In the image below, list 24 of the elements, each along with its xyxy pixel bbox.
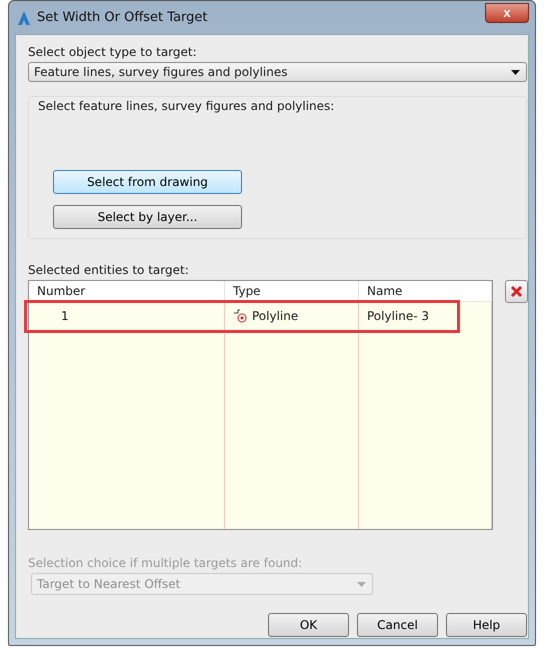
- entities-label: Selected entities to target:: [28, 263, 190, 277]
- table-cell: Polyline- 3: [359, 302, 492, 336]
- object-type-label: Select object type to target:: [28, 45, 198, 59]
- dialog-button[interactable]: Help: [446, 613, 527, 637]
- select-button[interactable]: Select by layer...: [53, 205, 242, 229]
- dropdown-caret-icon: [357, 582, 366, 586]
- select-button[interactable]: Select from drawing: [53, 170, 242, 194]
- column-header[interactable]: Number: [29, 281, 225, 302]
- column-header[interactable]: Name: [359, 281, 492, 302]
- delete-button[interactable]: [505, 280, 528, 303]
- selection-choice-label: Selection choice if multiple targets are found:: [28, 556, 304, 570]
- dialog-button[interactable]: Cancel: [357, 613, 438, 637]
- app-logo-icon: [17, 10, 31, 26]
- polyline-icon: [233, 309, 249, 323]
- table-cell: Polyline: [225, 302, 359, 336]
- close-icon: [510, 285, 523, 298]
- table-cell: 1: [29, 302, 225, 336]
- object-type-dropdown[interactable]: Feature lines, survey figures and polylines: [28, 62, 527, 82]
- window-title: Set Width Or Offset Target: [37, 10, 208, 25]
- group-label: Select feature lines, survey figures and polylines:: [38, 99, 336, 113]
- dialog-button[interactable]: OK: [268, 613, 349, 637]
- close-button[interactable]: x: [485, 2, 529, 22]
- column-header[interactable]: Type: [225, 281, 359, 302]
- dropdown-caret-icon: [511, 70, 520, 74]
